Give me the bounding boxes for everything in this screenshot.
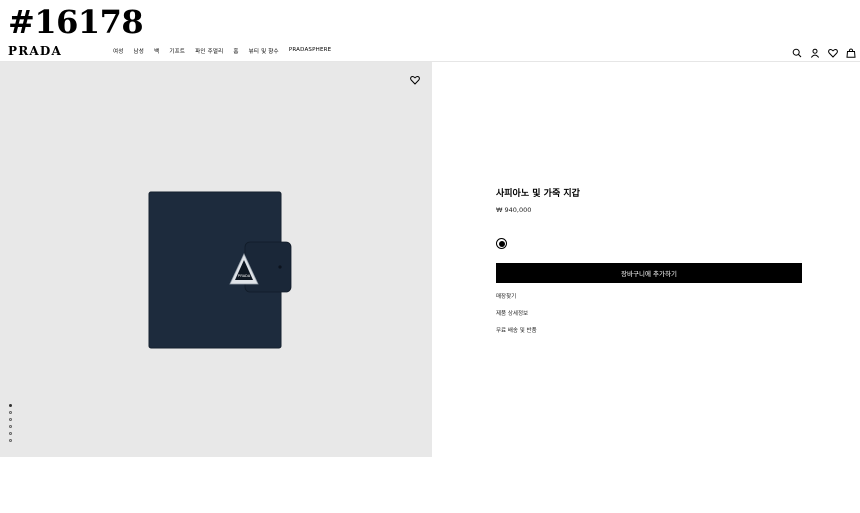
add-to-cart-button[interactable]: 장바구니에 추가하기 — [496, 263, 802, 283]
product-image[interactable]: PRADA — [0, 62, 432, 457]
product-title: 사피아노 및 가죽 지갑 — [496, 189, 580, 199]
wishlist-heart-icon[interactable] — [410, 72, 420, 85]
nav-home[interactable]: 홈 — [233, 47, 238, 55]
watermark-id: #16178 — [8, 3, 144, 41]
account-icon[interactable] — [810, 45, 820, 58]
wallet-tab — [244, 241, 292, 293]
nav-beauty[interactable]: 뷰티 및 향수 — [249, 47, 279, 55]
gallery-dot[interactable] — [9, 418, 12, 421]
shipping-returns-link[interactable]: 무료 배송 및 반품 — [496, 326, 537, 334]
gallery-dot[interactable] — [9, 432, 12, 435]
svg-text:PRADA: PRADA — [238, 274, 251, 278]
gallery-dot[interactable] — [9, 425, 12, 428]
color-swatch-black[interactable] — [496, 238, 507, 249]
nav-bags[interactable]: 백 — [154, 47, 159, 55]
nav-fine-jewelry[interactable]: 파인 주얼리 — [195, 47, 223, 55]
search-icon[interactable] — [792, 45, 802, 58]
gallery-dot[interactable] — [9, 439, 12, 442]
nav-pradasphere[interactable]: PRADASPHERE — [289, 47, 332, 55]
wallet-image: PRADA — [148, 191, 292, 349]
nav-women[interactable]: 여성 — [113, 47, 124, 55]
bag-icon[interactable] — [846, 45, 856, 58]
wishlist-icon[interactable] — [828, 45, 838, 58]
product-details-link[interactable]: 제품 상세정보 — [496, 309, 528, 317]
nav-gifts[interactable]: 기프트 — [169, 47, 185, 55]
product-price: ₩ 940,000 — [496, 206, 532, 214]
prada-logo[interactable]: PRADA — [8, 44, 62, 58]
nav-men[interactable]: 남성 — [134, 47, 145, 55]
main-nav: 여성 남성 백 기프트 파인 주얼리 홈 뷰티 및 향수 PRADASPHERE — [113, 47, 331, 55]
gallery-dot[interactable] — [9, 411, 12, 414]
product-info: 사피아노 및 가죽 지갑 ₩ 940,000 장바구니에 추가하기 매장찾기 제… — [496, 186, 802, 334]
store-finder-link[interactable]: 매장찾기 — [496, 292, 516, 300]
gallery-dot[interactable] — [9, 404, 12, 407]
gallery-dots — [9, 404, 12, 446]
header-icons — [792, 45, 856, 58]
site-header: PRADA 여성 남성 백 기프트 파인 주얼리 홈 뷰티 및 향수 PRADA… — [0, 40, 860, 62]
